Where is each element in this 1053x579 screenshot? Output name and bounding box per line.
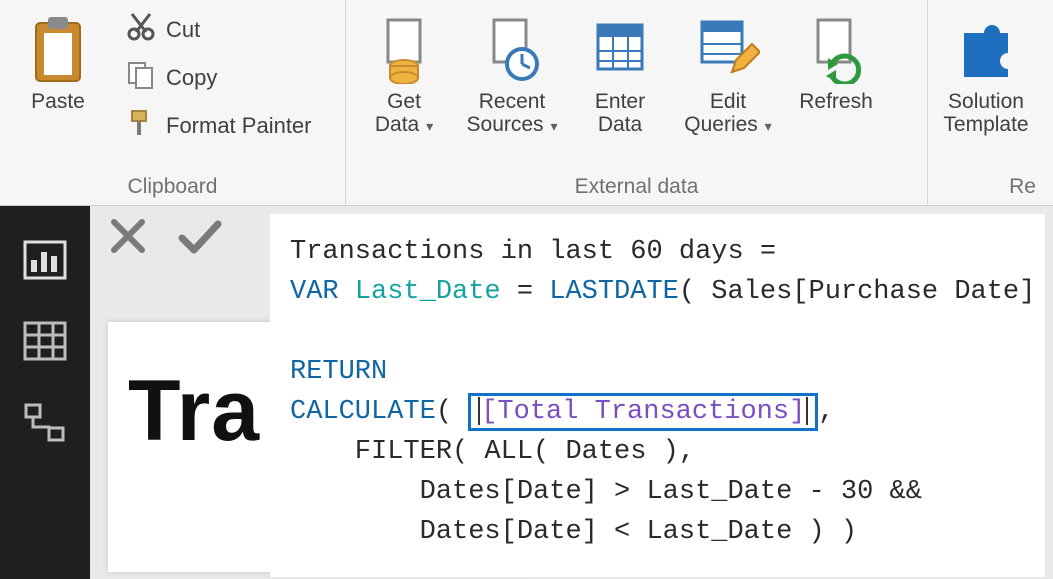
scissors-icon xyxy=(126,12,156,48)
format-painter-button[interactable]: Format Painter xyxy=(126,108,312,144)
formula-bar-controls xyxy=(108,216,222,261)
dax-calculate-fn: CALCULATE xyxy=(290,397,436,427)
external-data-group-label: External data xyxy=(358,171,915,205)
dax-calc-open: ( xyxy=(436,397,468,427)
main-area: Tra Transactions in last 60 days = VAR L… xyxy=(90,206,1053,579)
commit-formula-button[interactable] xyxy=(178,216,222,261)
cancel-formula-button[interactable] xyxy=(108,216,148,261)
resources-group-label: Re xyxy=(940,171,1036,205)
dax-cond2: Dates[Date] < Last_Date ) ) xyxy=(290,517,857,547)
dax-var-name: Last_Date xyxy=(355,277,501,307)
enter-data-button[interactable]: Enter Data xyxy=(574,6,666,136)
enter-data-label: Enter Data xyxy=(595,90,645,136)
dax-arg-highlight: [Total Transactions] xyxy=(468,393,818,431)
dax-var-keyword: VAR xyxy=(290,277,339,307)
model-view-button[interactable] xyxy=(23,402,67,451)
dax-filter-line: FILTER( ALL( Dates ), xyxy=(290,437,695,467)
chevron-down-icon: ▾ xyxy=(422,118,433,134)
copy-label: Copy xyxy=(166,65,217,91)
dax-lastdate-fn: LASTDATE xyxy=(549,277,679,307)
cut-button[interactable]: Cut xyxy=(126,12,312,48)
cut-label: Cut xyxy=(166,17,200,43)
clipboard-icon xyxy=(28,12,88,86)
paintbrush-icon xyxy=(126,108,156,144)
report-view-button[interactable] xyxy=(23,240,67,285)
dax-line-1: Transactions in last 60 days = xyxy=(290,237,776,267)
copy-icon xyxy=(126,60,156,96)
copy-button[interactable]: Copy xyxy=(126,60,312,96)
data-view-button[interactable] xyxy=(23,321,67,366)
recent-sources-button[interactable]: Recent Sources ▾ xyxy=(466,6,558,136)
database-icon xyxy=(376,12,432,86)
get-data-label: Get Data ▾ xyxy=(375,90,433,136)
recent-sources-label: Recent Sources ▾ xyxy=(467,90,558,136)
refresh-icon xyxy=(808,12,864,86)
solution-templates-button[interactable]: Solution Template xyxy=(940,6,1032,136)
solution-templates-label: Solution Template xyxy=(943,90,1028,136)
ribbon-group-resources: Solution Template Re xyxy=(928,0,1048,205)
dax-eq: = xyxy=(501,277,550,307)
dax-return-keyword: RETURN xyxy=(290,357,387,387)
paste-button[interactable]: Paste xyxy=(12,6,104,113)
edit-queries-icon xyxy=(696,12,760,86)
puzzle-icon xyxy=(954,12,1018,86)
edit-queries-label: Edit Queries ▾ xyxy=(684,90,771,136)
table-icon xyxy=(592,12,648,86)
get-data-button[interactable]: Get Data ▾ xyxy=(358,6,450,136)
view-switcher xyxy=(0,206,90,579)
ribbon: Paste Cut xyxy=(0,0,1053,206)
ribbon-group-clipboard: Paste Cut xyxy=(0,0,346,205)
dax-lastdate-arg: ( Sales[Purchase Date] ) xyxy=(679,277,1045,307)
ribbon-group-external-data: Get Data ▾ Recent Sources ▾ xyxy=(346,0,928,205)
dax-calc-after: , xyxy=(818,397,834,427)
dax-formula-editor[interactable]: Transactions in last 60 days = VAR Last_… xyxy=(270,214,1045,577)
text-cursor-icon xyxy=(806,397,808,425)
refresh-button[interactable]: Refresh xyxy=(790,6,882,113)
chevron-down-icon: ▾ xyxy=(761,118,772,134)
paste-label: Paste xyxy=(31,90,85,113)
recent-icon xyxy=(484,12,540,86)
format-painter-label: Format Painter xyxy=(166,113,312,139)
chevron-down-icon: ▾ xyxy=(547,118,558,134)
clipboard-small-actions: Cut Copy xyxy=(126,6,312,144)
dax-cond1: Dates[Date] > Last_Date - 30 && xyxy=(290,477,922,507)
text-cursor-icon xyxy=(478,397,480,425)
refresh-label: Refresh xyxy=(799,90,873,113)
clipboard-group-label: Clipboard xyxy=(12,171,333,205)
dax-measure-ref: [Total Transactions] xyxy=(481,397,805,427)
edit-queries-button[interactable]: Edit Queries ▾ xyxy=(682,6,774,136)
